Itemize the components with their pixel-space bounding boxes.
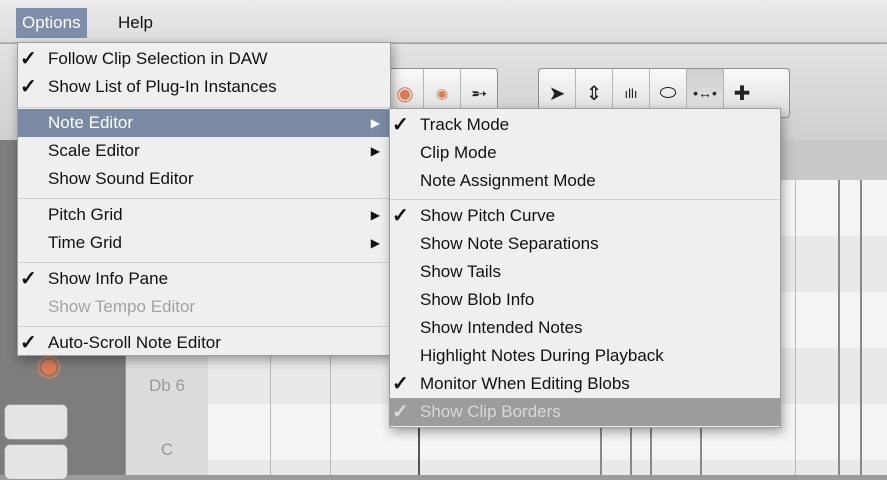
menu-item-label: Show Intended Notes: [420, 318, 583, 337]
menu-item-label: Track Mode: [420, 115, 510, 134]
checkmark-icon: ✓: [392, 373, 409, 395]
menubar: Options Help: [0, 0, 887, 43]
menu-item-label: Show Blob Info: [420, 290, 535, 309]
menu-item-auto-scroll[interactable]: ✓ Auto-Scroll Note Editor: [18, 329, 390, 357]
menu-item-time-grid[interactable]: Time Grid ▶: [18, 229, 390, 257]
menu-item-scale-editor[interactable]: Scale Editor ▶: [18, 137, 390, 165]
menu-options[interactable]: Options: [16, 8, 87, 38]
menu-item-show-blob-info[interactable]: Show Blob Info: [390, 286, 780, 314]
menu-item-label: Show Pitch Curve: [420, 206, 556, 225]
menu-item-label: Show Tails: [420, 262, 501, 281]
menu-separator: [18, 198, 390, 199]
menu-separator: [18, 326, 390, 327]
menu-item-show-sound-editor[interactable]: Show Sound Editor: [18, 165, 390, 193]
key-label-c: C: [160, 440, 174, 459]
menu-item-clip-mode[interactable]: Clip Mode: [390, 139, 780, 167]
menu-item-show-tempo-editor: Show Tempo Editor: [18, 293, 390, 321]
checkmark-icon: ✓: [392, 114, 409, 136]
note-editor-submenu: ✓ Track Mode Clip Mode Note Assignment M…: [389, 108, 781, 428]
grid-line: [650, 425, 652, 475]
menu-item-label: Show Info Pane: [48, 269, 169, 288]
menu-item-show-note-separations[interactable]: Show Note Separations: [390, 230, 780, 258]
menu-item-label: Time Grid: [48, 233, 122, 252]
menu-item-show-plugin-list[interactable]: ✓ Show List of Plug-In Instances: [18, 73, 390, 101]
menu-item-pitch-grid[interactable]: Pitch Grid ▶: [18, 201, 390, 229]
menu-item-show-intended-notes[interactable]: Show Intended Notes: [390, 314, 780, 342]
menu-item-label: Note Assignment Mode: [420, 171, 596, 190]
menu-separator: [18, 262, 390, 263]
key-label-db6: Db 6: [149, 376, 185, 395]
menu-help[interactable]: Help: [112, 8, 159, 38]
menu-item-show-info-pane[interactable]: ✓ Show Info Pane: [18, 265, 390, 293]
menu-item-show-clip-borders[interactable]: ✓ Show Clip Borders: [390, 398, 780, 426]
menu-item-highlight-notes-playback[interactable]: Highlight Notes During Playback: [390, 342, 780, 370]
checkmark-icon: ✓: [392, 205, 409, 227]
menu-item-label: Auto-Scroll Note Editor: [48, 333, 221, 352]
menu-item-note-assignment-mode[interactable]: Note Assignment Mode: [390, 167, 780, 195]
submenu-arrow-icon: ▶: [370, 144, 380, 158]
menu-item-label: Highlight Notes During Playback: [420, 346, 664, 365]
menu-item-label: Show Note Separations: [420, 234, 599, 253]
submenu-arrow-icon: ▶: [370, 208, 380, 222]
menu-separator: [18, 107, 390, 108]
grid-line: [860, 180, 862, 475]
grid-line: [700, 425, 702, 475]
submenu-arrow-icon: ▶: [370, 236, 380, 250]
menu-item-label: Show Tempo Editor: [48, 297, 196, 316]
menu-item-monitor-editing-blobs[interactable]: ✓ Monitor When Editing Blobs: [390, 370, 780, 398]
checkmark-icon: ✓: [20, 268, 37, 290]
menu-item-label: Pitch Grid: [48, 205, 123, 224]
grid-line: [600, 425, 602, 475]
checkmark-icon: ✓: [392, 401, 409, 423]
menu-item-label: Clip Mode: [420, 143, 497, 162]
checkmark-icon: ✓: [20, 48, 37, 70]
menu-separator: [390, 199, 780, 200]
menu-item-label: Note Editor: [48, 113, 134, 132]
grid-line: [838, 180, 840, 475]
menu-item-label: Scale Editor: [48, 141, 140, 160]
menu-item-label: Monitor When Editing Blobs: [420, 374, 630, 393]
grid-line: [630, 425, 632, 475]
panel-field[interactable]: [4, 404, 68, 440]
checkmark-icon: ✓: [20, 76, 37, 98]
menu-item-track-mode[interactable]: ✓ Track Mode: [390, 111, 780, 139]
checkmark-icon: ✓: [20, 332, 37, 354]
menu-item-label: Show Clip Borders: [420, 402, 561, 421]
menu-item-show-pitch-curve[interactable]: ✓ Show Pitch Curve: [390, 202, 780, 230]
menu-item-label: Show List of Plug-In Instances: [48, 77, 277, 96]
grid-line: [795, 180, 796, 475]
submenu-arrow-icon: ▶: [370, 116, 380, 130]
menu-item-label: Follow Clip Selection in DAW: [48, 49, 268, 68]
menu-item-follow-clip-selection[interactable]: ✓ Follow Clip Selection in DAW: [18, 45, 390, 73]
menu-item-label: Show Sound Editor: [48, 169, 194, 188]
options-menu: ✓ Follow Clip Selection in DAW ✓ Show Li…: [17, 42, 391, 356]
menu-item-note-editor[interactable]: Note Editor ▶: [18, 109, 390, 137]
menu-item-show-tails[interactable]: Show Tails: [390, 258, 780, 286]
